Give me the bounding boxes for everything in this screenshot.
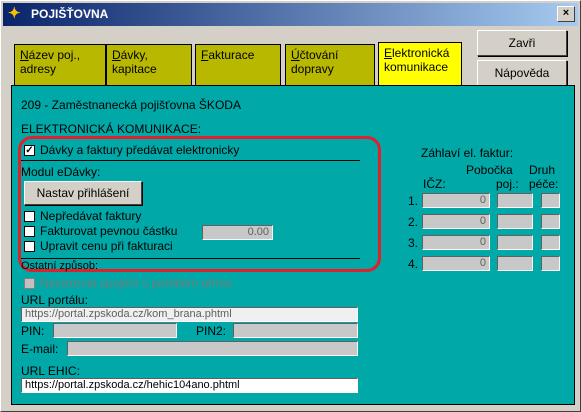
adjust-price-label: Upravit cenu při fakturaci [40,239,173,253]
main-window: ✦ POJIŠŤOVNA × Název poj., adresy Dávky,… [0,0,581,412]
branch-input[interactable] [497,214,533,229]
electronic-checkbox-label: Dávky a faktury předávat elektronicky [40,143,240,157]
tab-label: ázev poj., [28,48,81,62]
pin2-label: PIN2: [196,324,227,338]
pin-input[interactable] [53,323,177,338]
care-input[interactable] [541,256,560,271]
divider [21,258,360,259]
no-invoices-label: Nepředávat faktury [40,209,142,223]
tab-accesskey: N [20,48,29,62]
care-input[interactable] [541,193,560,208]
care-header-1: Druh [529,163,556,177]
help-button[interactable]: Nápověda [477,60,567,86]
tab-insurer-address[interactable]: Název poj., adresy [14,44,106,86]
row-number: 1. [408,194,419,208]
care-input[interactable] [541,235,560,250]
icz-input[interactable]: 0 [422,214,490,229]
tab-label: ávky, [120,48,148,62]
icz-input[interactable]: 0 [422,193,490,208]
care-input[interactable] [541,214,560,229]
invoice-header-title: Záhlaví el. faktur: [421,146,514,160]
tab-accesskey: D [112,48,121,62]
pin2-input[interactable] [233,323,358,338]
branch-header-2: poj.: [496,177,519,191]
tab-label: akturace [208,48,255,62]
branch-input[interactable] [497,235,533,250]
pin-label: PIN: [21,324,45,338]
divider [21,160,360,161]
branch-header-1: Pobočka [466,163,513,177]
adjust-price-checkbox[interactable] [24,241,35,252]
row-number: 2. [408,215,419,229]
window-close-button[interactable]: × [557,6,575,22]
communication-title: Ostatní způsob: [21,260,99,272]
row-number: 4. [408,257,419,271]
insurer-name: 209 - Zaměstnanecká pojišťovna ŠKODA [21,98,241,112]
tab-label-line2: adresy [20,62,57,76]
tab-electronic-communication[interactable]: Elektronická komunikace [378,42,462,86]
tab-label: lektronická [392,46,450,60]
tab-batches[interactable]: Dávky, kapitace [106,44,192,86]
tab-transport[interactable]: Účtování dopravy [285,44,375,86]
tab-invoicing[interactable]: Fakturace [195,44,281,86]
electronic-checkbox[interactable]: ✓ [24,145,35,156]
tab-label-line2: komunikace [384,60,449,74]
direct-portal-checkbox[interactable] [24,278,35,289]
section-title: ELEKTRONICKÁ KOMUNIKACE: [21,122,202,136]
portal-url-input[interactable]: https://portal.zpskoda.cz/kom_brana.phtm… [21,307,358,322]
fixed-amount-input[interactable]: 0.00 [202,225,273,240]
fixed-amount-label: Fakturovat pevnou částku [40,224,178,238]
ehic-url-input[interactable]: https://portal.zpskoda.cz/hehic104ano.ph… [21,378,358,393]
email-input[interactable] [67,341,358,356]
ehic-url-label: URL EHIC: [21,364,80,378]
tab-label: čtování [299,48,339,62]
app-icon: ✦ [8,5,21,22]
direct-portal-label: Navazovat spojení s portálem přímo [40,276,233,290]
icz-header: IČZ: [423,177,446,191]
branch-input[interactable] [497,256,533,271]
icz-input[interactable]: 0 [422,235,490,250]
title-bar[interactable]: ✦ POJIŠŤOVNA × [3,3,578,26]
close-button[interactable]: Zavři [477,30,567,56]
tab-accesskey: E [384,46,393,60]
fixed-amount-checkbox[interactable] [24,226,35,237]
branch-input[interactable] [497,193,533,208]
row-number: 3. [408,236,419,250]
portal-url-label: URL portálu: [21,293,88,307]
tab-accesskey: Ú [291,48,300,62]
care-header-2: péče: [529,177,559,191]
edavky-title: Modul eDávky: [21,165,101,179]
email-label: E-mail: [21,342,59,356]
tab-label-line2: dopravy [291,62,334,76]
no-invoices-checkbox[interactable] [24,211,35,222]
tab-label-line2: kapitace [112,62,157,76]
login-settings-button[interactable]: Nastav přihlášení [24,181,142,205]
icz-input[interactable]: 0 [422,256,490,271]
window-title: POJIŠŤOVNA [31,7,109,21]
